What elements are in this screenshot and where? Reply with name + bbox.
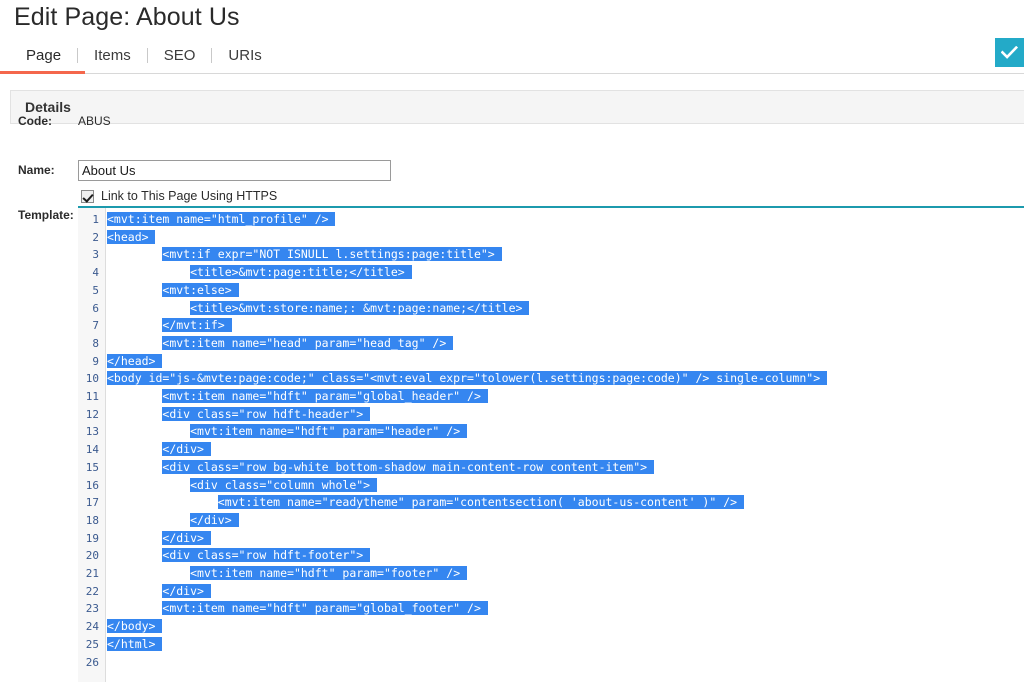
editor-line-number: 18	[85, 513, 99, 527]
editor-line-number: 14	[85, 443, 99, 457]
editor-code-line[interactable]: <body id="js-&mvte:page:code;" class="<m…	[107, 370, 828, 388]
editor-code-line[interactable]: </html>	[107, 636, 163, 654]
editor-line-number: 24	[85, 620, 99, 634]
tab-seo[interactable]: SEO	[148, 40, 212, 71]
editor-code-text: <title>&mvt:page:title;</title>	[190, 265, 412, 280]
https-checkbox-label: Link to This Page Using HTTPS	[101, 189, 278, 203]
editor-code-text: </div>	[162, 530, 211, 545]
code-value: ABUS	[78, 114, 111, 128]
editor-code-line[interactable]: </div>	[107, 530, 211, 548]
editor-line-number: 11	[85, 390, 99, 403]
page-title: Edit Page: About Us	[14, 3, 240, 31]
editor-code-line[interactable]: </body>	[107, 618, 163, 636]
editor-line-number: 26	[85, 655, 99, 669]
editor-code-text: <mvt:item name="hdft" param="global_foot…	[162, 601, 488, 616]
editor-line-number: 8	[92, 336, 99, 350]
editor-code-text: <head>	[107, 229, 156, 244]
editor-line-number-gutter: 1 2 3 4 5 6 7 8 9 10 11 12 13 14 15 16 17 18 19 20 21 22 23 24 2…	[78, 208, 106, 682]
editor-code-text: <mvt:item name="head" param="head_tag" /…	[162, 335, 454, 350]
editor-code-line[interactable]: <mvt:item name="html_profile" />	[107, 211, 336, 229]
editor-code-line[interactable]: <div class="row hdft-footer">	[107, 547, 371, 565]
editor-line-number: 13	[85, 425, 99, 439]
editor-line-number: 3	[92, 248, 99, 262]
details-panel-header: Details	[10, 90, 1024, 124]
tab-list: Page Items SEO URIs	[14, 40, 278, 71]
editor-line-number: 10	[85, 372, 99, 386]
editor-code-line[interactable]: </div>	[107, 512, 239, 530]
editor-line-number: 6	[92, 301, 99, 315]
editor-line-number: 15	[85, 460, 99, 474]
editor-code-text: </head>	[107, 353, 163, 368]
check-icon	[1001, 46, 1018, 59]
editor-line-number: 22	[85, 584, 99, 598]
editor-line-number: 2	[92, 230, 99, 244]
editor-code-area[interactable]: <mvt:item name="html_profile" /> <head> …	[107, 208, 1024, 682]
editor-line-number: 19	[85, 531, 99, 545]
editor-code-text: <div class="row hdft-footer">	[162, 548, 371, 563]
editor-code-text: </html>	[107, 636, 163, 651]
editor-code-text: <mvt:item name="hdft" param="header" />	[190, 424, 468, 439]
editor-line-number: 23	[85, 602, 99, 616]
editor-code-text: </mvt:if>	[162, 318, 232, 333]
editor-code-text: <div class="column whole">	[190, 477, 378, 492]
tab-page[interactable]: Page	[14, 40, 77, 71]
editor-line-number: 4	[92, 266, 99, 280]
editor-line-number: 1	[92, 213, 99, 226]
editor-line-number: 5	[92, 283, 99, 297]
editor-line-number: 16	[85, 478, 99, 492]
editor-code-text: </div>	[162, 442, 211, 457]
name-label: Name:	[18, 163, 55, 177]
code-label: Code:	[18, 114, 52, 128]
tab-bar: Page Items SEO URIs	[0, 40, 1024, 74]
editor-code-text: <div class="row bg-white bottom-shadow m…	[162, 459, 654, 474]
tab-uris[interactable]: URIs	[212, 40, 277, 71]
editor-code-text: <body id="js-&mvte:page:code;" class="<m…	[107, 371, 828, 386]
editor-code-text: </body>	[107, 619, 163, 634]
save-button[interactable]	[995, 38, 1024, 67]
editor-code-text: <mvt:item name="html_profile" />	[107, 212, 336, 226]
editor-code-line[interactable]: </mvt:if>	[107, 317, 232, 335]
editor-line-number: 9	[92, 354, 99, 368]
editor-code-line[interactable]: <mvt:else>	[107, 282, 239, 300]
editor-line-number: 7	[92, 319, 99, 333]
editor-line-number: 17	[85, 496, 99, 510]
editor-code-text: <mvt:item name="hdft" param="footer" />	[190, 566, 468, 580]
name-input[interactable]	[78, 160, 391, 181]
editor-code-text: <mvt:if expr="NOT ISNULL l.settings:page…	[162, 247, 502, 262]
editor-code-line[interactable]: </div>	[107, 441, 211, 459]
editor-code-text: <div class="row hdft-header">	[162, 406, 371, 421]
editor-code-line[interactable]: </div>	[107, 583, 211, 601]
editor-code-line[interactable]: <div class="row hdft-header">	[107, 406, 371, 424]
editor-code-line[interactable]: <mvt:item name="hdft" param="footer" />	[107, 565, 468, 583]
editor-line-number: 25	[85, 637, 99, 651]
editor-code-text: <mvt:item name="readytheme" param="conte…	[217, 495, 744, 510]
editor-code-text: <title>&mvt:store:name;: &mvt:page:name;…	[190, 300, 530, 315]
editor-code-text: <mvt:else>	[162, 282, 239, 297]
https-checkbox[interactable]	[81, 189, 94, 203]
editor-code-line[interactable]: <mvt:item name="hdft" param="header" />	[107, 423, 468, 441]
editor-code-line[interactable]: <div class="row bg-white bottom-shadow m…	[107, 459, 654, 477]
editor-code-text: </div>	[162, 583, 211, 598]
editor-code-line[interactable]: <mvt:item name="head" param="head_tag" /…	[107, 335, 454, 353]
editor-code-text: <mvt:item name="hdft" param="global_head…	[162, 389, 488, 403]
editor-line-number: 21	[85, 567, 99, 580]
editor-code-line[interactable]: <title>&mvt:store:name;: &mvt:page:name;…	[107, 300, 530, 318]
editor-code-line[interactable]: <mvt:item name="hdft" param="global_head…	[107, 388, 488, 406]
https-checkbox-row[interactable]: Link to This Page Using HTTPS	[81, 188, 277, 204]
active-tab-indicator	[0, 71, 85, 74]
editor-line-number: 12	[85, 407, 99, 421]
editor-code-line[interactable]: <head>	[107, 229, 156, 247]
editor-code-line[interactable]: <div class="column whole">	[107, 477, 378, 495]
editor-code-line[interactable]: <mvt:item name="readytheme" param="conte…	[107, 494, 744, 512]
editor-code-line[interactable]: <title>&mvt:page:title;</title>	[107, 264, 412, 282]
editor-code-line[interactable]: </head>	[107, 353, 163, 371]
editor-line-number: 20	[85, 549, 99, 563]
editor-code-text: </div>	[190, 512, 239, 527]
tab-bar-divider	[0, 73, 1024, 74]
template-label: Template:	[18, 208, 74, 222]
tab-items[interactable]: Items	[78, 40, 147, 71]
template-code-editor[interactable]: 1 2 3 4 5 6 7 8 9 10 11 12 13 14 15 16 17 18 19 20 21 22 23 24 2…	[78, 206, 1024, 682]
editor-code-line[interactable]: <mvt:item name="hdft" param="global_foot…	[107, 600, 488, 618]
editor-code-line[interactable]: <mvt:if expr="NOT ISNULL l.settings:page…	[107, 246, 502, 264]
